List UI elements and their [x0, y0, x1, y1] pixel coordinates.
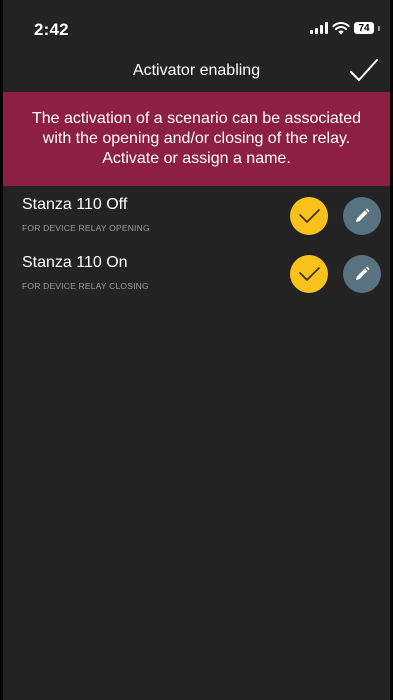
activator-list: Stanza 110 Off FOR DEVICE RELAY OPENING … — [3, 186, 390, 302]
edit-name-button[interactable] — [343, 255, 381, 293]
enable-toggle-button[interactable] — [290, 255, 328, 293]
nav-bar: Activator enabling — [3, 54, 390, 92]
info-banner: The activation of a scenario can be asso… — [3, 92, 390, 186]
enable-toggle-button[interactable] — [290, 197, 328, 235]
checkmark-icon — [350, 59, 378, 81]
status-time: 2:42 — [34, 20, 69, 39]
checkmark-icon — [299, 209, 320, 223]
checkmark-icon — [299, 267, 320, 281]
info-banner-text: The activation of a scenario can be asso… — [31, 110, 362, 167]
page-title: Activator enabling — [132, 62, 261, 79]
battery-tip — [378, 25, 380, 31]
wifi-icon — [332, 22, 350, 35]
battery-icon: 74 — [354, 22, 374, 34]
edit-name-button[interactable] — [343, 197, 381, 235]
item-subtitle: FOR DEVICE RELAY CLOSING — [22, 281, 149, 291]
item-subtitle: FOR DEVICE RELAY OPENING — [22, 223, 150, 233]
item-title: Stanza 110 On — [22, 254, 128, 271]
pencil-icon — [356, 208, 370, 222]
status-bar: 2:42 74 — [3, 0, 390, 54]
list-item: Stanza 110 On FOR DEVICE RELAY CLOSING — [3, 244, 390, 302]
pencil-icon — [356, 266, 370, 280]
list-item: Stanza 110 Off FOR DEVICE RELAY OPENING — [3, 186, 390, 244]
cellular-signal-icon — [310, 22, 328, 34]
confirm-button[interactable] — [347, 56, 381, 86]
status-indicators: 74 — [310, 21, 380, 35]
app-screen: 2:42 74 Activator enabling The activatio… — [3, 0, 390, 700]
item-title: Stanza 110 Off — [22, 196, 128, 213]
